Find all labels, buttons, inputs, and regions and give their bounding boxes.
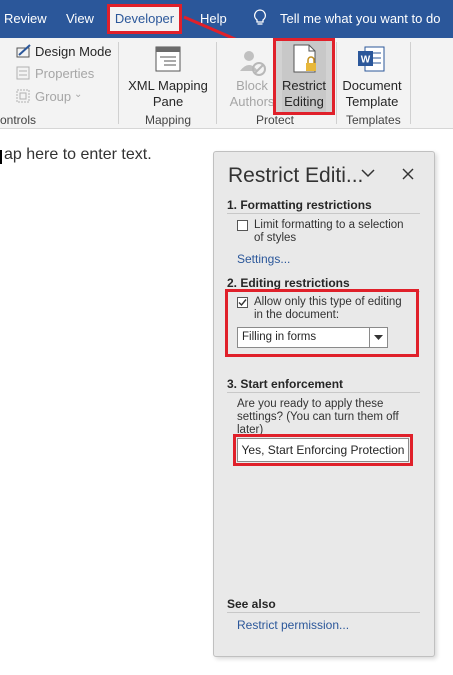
highlight-enforce-button: [233, 434, 413, 466]
protect-group-label: Protect: [256, 113, 295, 127]
restrict-editing-pane: Restrict Editi... 1. Formatting restrict…: [213, 151, 435, 657]
section-divider: [227, 392, 420, 393]
xml-mapping-pane-button[interactable]: XML Mapping Pane: [126, 78, 210, 110]
content-control-placeholder[interactable]: ap here to enter text.: [4, 146, 152, 164]
ribbon: Design Mode Properties Group ⌄ ontrols X…: [0, 38, 453, 129]
formatting-restrictions-title: 1. Formatting restrictions: [227, 198, 372, 212]
section-divider: [227, 612, 420, 613]
restrict-editing-label: Restrict Editing: [278, 78, 330, 110]
restrict-editing-label-line1: Restrict: [281, 78, 327, 93]
mapping-group-label: Mapping: [145, 113, 192, 127]
group-divider: [336, 42, 337, 124]
section-divider: [227, 213, 420, 214]
text-cursor-marker: [0, 150, 2, 164]
restrict-editing-icon: [293, 44, 316, 73]
start-enforcement-title: 3. Start enforcement: [227, 377, 344, 391]
enforcement-description-line1: Are you ready to apply these: [237, 398, 384, 410]
restrict-editing-button[interactable]: Restrict Editing: [273, 38, 335, 115]
group-divider: [118, 42, 119, 124]
limit-formatting-label-line1: Limit formatting to a selection: [254, 219, 404, 231]
close-icon[interactable]: [402, 168, 414, 180]
controls-group-label: ontrols: [0, 113, 37, 127]
group-button[interactable]: Group: [35, 89, 71, 104]
group-icon: [16, 89, 30, 103]
chevron-down-icon[interactable]: [361, 168, 375, 178]
editing-restrictions-title: 2. Editing restrictions: [227, 276, 350, 290]
restrict-permission-link[interactable]: Restrict permission...: [237, 618, 349, 632]
limit-formatting-label-line2: of styles: [254, 232, 297, 244]
see-also-title: See also: [227, 597, 276, 611]
enforcement-description-line2: settings? (You can turn them off: [237, 411, 399, 423]
xml-mapping-icon: [155, 46, 181, 72]
templates-group-label: Templates: [346, 113, 401, 127]
word-document-icon: W: [358, 46, 385, 72]
design-mode-button[interactable]: Design Mode: [35, 44, 112, 59]
document-template-label-line2: Template: [345, 94, 399, 109]
properties-button[interactable]: Properties: [35, 66, 94, 81]
document-template-label-line1: Document: [342, 78, 402, 93]
limit-formatting-checkbox[interactable]: [237, 220, 248, 231]
settings-link[interactable]: Settings...: [237, 252, 290, 266]
xml-mapping-label-line2: Pane: [152, 94, 184, 109]
xml-mapping-label-line1: XML Mapping: [128, 78, 208, 93]
document-template-button[interactable]: Document Template: [338, 78, 406, 110]
highlight-editing-restrictions: [225, 289, 419, 357]
design-mode-icon: [16, 44, 31, 58]
svg-text:W: W: [361, 55, 371, 66]
limit-formatting-label: Limit formatting to a selection of style…: [254, 219, 404, 245]
pane-title: Restrict Editi...: [228, 164, 364, 187]
block-authors-icon: [240, 51, 266, 76]
restrict-editing-pressed-bg: Restrict Editing: [282, 41, 326, 112]
chevron-down-icon: ⌄: [74, 89, 83, 100]
restrict-editing-label-line2: Editing: [284, 94, 324, 109]
properties-icon: [16, 66, 30, 80]
group-divider: [410, 42, 411, 124]
group-divider: [216, 42, 217, 124]
enforcement-description: Are you ready to apply these settings? (…: [237, 398, 399, 437]
